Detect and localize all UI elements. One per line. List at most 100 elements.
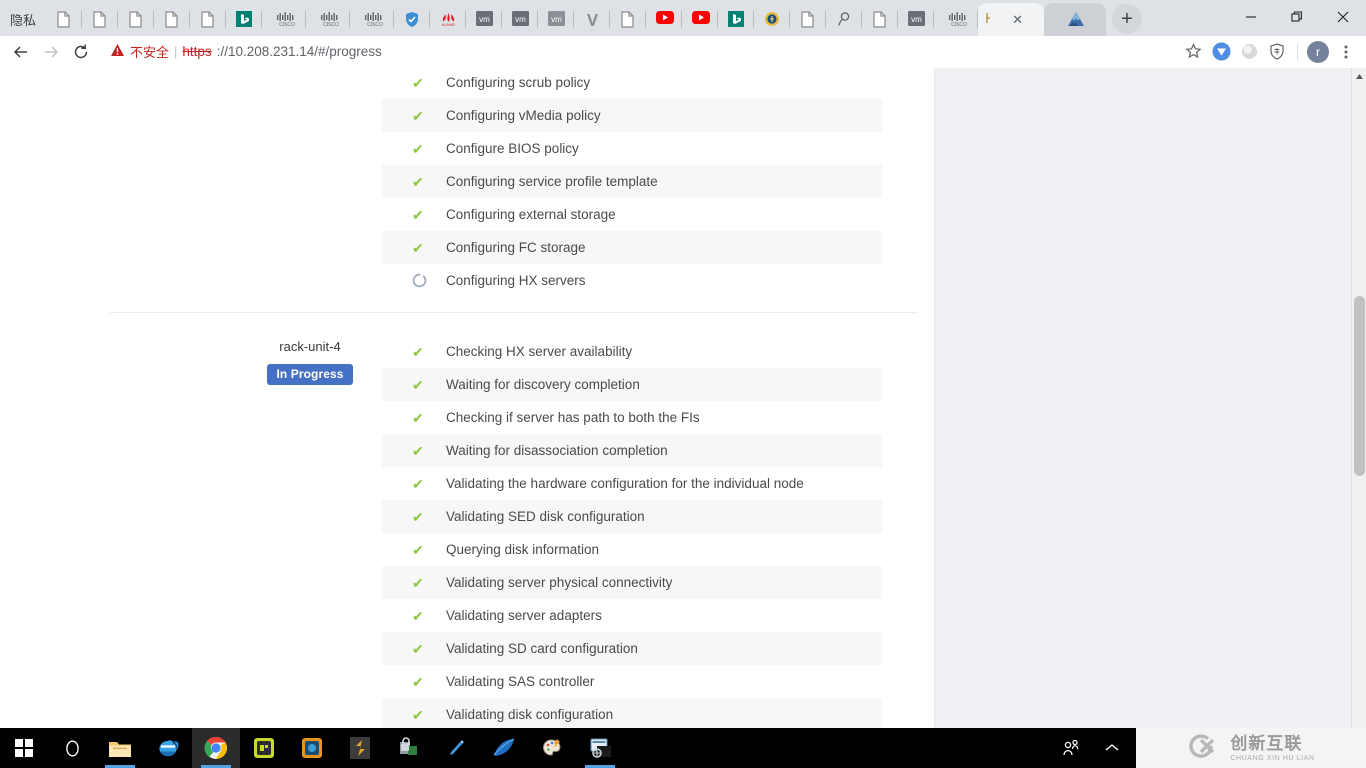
privacy-text: 隐私: [10, 12, 37, 28]
url-text: ://10.208.231.14/#/progress: [216, 44, 382, 59]
browser-tab[interactable]: [1044, 3, 1107, 36]
search-glass-icon: [836, 11, 853, 28]
browser-tab[interactable]: [754, 2, 791, 36]
browser-tab[interactable]: [574, 2, 611, 36]
task-label: Validating server adapters: [446, 608, 602, 623]
address-bar[interactable]: 不安全 | https://10.208.231.14/#/progress: [102, 39, 1173, 65]
youtube-icon: [691, 10, 710, 28]
close-icon[interactable]: [1320, 0, 1366, 34]
start-button[interactable]: [0, 728, 48, 768]
restore-icon[interactable]: [1274, 0, 1320, 34]
scroll-up-arrow-icon[interactable]: [1352, 68, 1366, 85]
task-label: Validating SED disk configuration: [446, 509, 645, 524]
profile-initial: r: [1307, 40, 1329, 63]
star-icon[interactable]: [1179, 38, 1207, 66]
task-row: ✔ Validating SAS controller: [382, 665, 882, 698]
browser-tab[interactable]: [610, 2, 647, 36]
internet-explorer-button[interactable]: [144, 728, 192, 768]
task-row: ✔ Configure BIOS policy: [382, 132, 882, 165]
node-header: rack-unit-4 In Progress: [220, 339, 400, 385]
svg-text:CISCO: CISCO: [279, 22, 295, 27]
browser-tab[interactable]: [862, 2, 899, 36]
browser-tab[interactable]: [682, 2, 719, 36]
node-progress-group: ✔ Configuring scrub policy ✔ Configuring…: [0, 68, 934, 313]
browser-tab[interactable]: vm: [466, 2, 503, 36]
notepad-plus-button[interactable]: [432, 728, 480, 768]
browser-tab[interactable]: [790, 2, 827, 36]
status-badge: In Progress: [267, 364, 353, 385]
active-tab-hx-progress[interactable]: ✕: [978, 3, 1045, 36]
browser-tab[interactable]: vm: [538, 2, 575, 36]
browser-tab[interactable]: [154, 2, 191, 36]
svg-text:vm: vm: [911, 15, 922, 24]
browser-tab[interactable]: vm: [502, 2, 539, 36]
extension-gray-icon[interactable]: [1235, 38, 1263, 66]
task-row: ✔ Configuring FC storage: [382, 231, 882, 264]
browser-tab[interactable]: vm: [898, 2, 935, 36]
shield-extension-icon[interactable]: [1263, 38, 1291, 66]
avatar[interactable]: r: [1304, 38, 1332, 66]
document-icon: [128, 10, 145, 28]
people-icon[interactable]: [1052, 728, 1092, 768]
task-row: ✔ Configuring service profile template: [382, 165, 882, 198]
browser-tab[interactable]: [718, 2, 755, 36]
document-icon: [800, 10, 817, 28]
task-label: Validating server physical connectivity: [446, 575, 673, 590]
page-scrollbar[interactable]: [1351, 68, 1366, 728]
progress-page-card: ✔ Configuring scrub policy ✔ Configuring…: [0, 68, 935, 728]
browser-tab[interactable]: HUAWEI: [430, 2, 467, 36]
vmware-icon: vm: [907, 10, 925, 28]
vmware-icon: vm: [475, 10, 493, 28]
winscp-button[interactable]: [576, 728, 624, 768]
secure-crt-button[interactable]: [384, 728, 432, 768]
cisco-icon: CISCO: [320, 11, 339, 28]
browser-tab[interactable]: [46, 2, 83, 36]
browser-tab[interactable]: CISCO: [350, 2, 395, 36]
browser-tab[interactable]: [226, 2, 263, 36]
back-arrow-icon[interactable]: [6, 38, 36, 66]
check-icon: ✔: [412, 508, 424, 525]
scrollbar-thumb[interactable]: [1354, 296, 1365, 476]
reload-icon[interactable]: [66, 38, 96, 66]
browser-tab[interactable]: [118, 2, 155, 36]
browser-tab[interactable]: [646, 2, 683, 36]
google-chrome-button[interactable]: [192, 728, 240, 768]
hx-icon: [985, 11, 1002, 28]
privacy-label: 隐私: [2, 2, 47, 36]
three-dot-menu-icon[interactable]: [1332, 38, 1360, 66]
putty-button[interactable]: [240, 728, 288, 768]
extension-blue-icon[interactable]: [1207, 38, 1235, 66]
task-row: ✔ Validating server adapters: [382, 599, 882, 632]
cortana-search-button[interactable]: [48, 728, 96, 768]
browser-tab[interactable]: CISCO: [306, 2, 351, 36]
task-label: Checking HX server availability: [446, 344, 633, 359]
show-hidden-icons-chevron-icon[interactable]: [1092, 728, 1132, 768]
wireshark-button[interactable]: [480, 728, 528, 768]
browser-tab[interactable]: [190, 2, 227, 36]
check-icon: ✔: [412, 206, 424, 223]
check-icon: ✔: [412, 140, 424, 157]
watermark-mark-icon: [1187, 731, 1223, 766]
browser-tab[interactable]: CISCO: [262, 2, 307, 36]
check-icon: ✔: [412, 107, 424, 124]
svg-text:vm: vm: [515, 15, 526, 24]
browser-tab[interactable]: [394, 2, 431, 36]
task-label: Configuring HX servers: [446, 273, 586, 288]
browser-tab[interactable]: [826, 2, 863, 36]
bing-icon: [235, 10, 253, 28]
minimize-icon[interactable]: [1228, 0, 1274, 34]
task-row: ✔ Waiting for disassociation completion: [382, 434, 882, 467]
teams-button[interactable]: [288, 728, 336, 768]
watermark-text: 创新互联 CHUANG XIN HU LIAN: [1230, 735, 1314, 762]
file-explorer-button[interactable]: [96, 728, 144, 768]
check-icon: ✔: [412, 409, 424, 426]
browser-toolbar: 不安全 | https://10.208.231.14/#/progress r: [0, 36, 1366, 68]
sublime-text-button[interactable]: [336, 728, 384, 768]
paint-button[interactable]: [528, 728, 576, 768]
new-tab-button[interactable]: +: [1112, 4, 1143, 34]
close-icon[interactable]: ✕: [1010, 12, 1025, 27]
browser-tab[interactable]: [82, 2, 119, 36]
system-tray: [1052, 728, 1136, 768]
task-label: Configuring vMedia policy: [446, 108, 601, 123]
browser-tab[interactable]: CISCO: [934, 2, 979, 36]
